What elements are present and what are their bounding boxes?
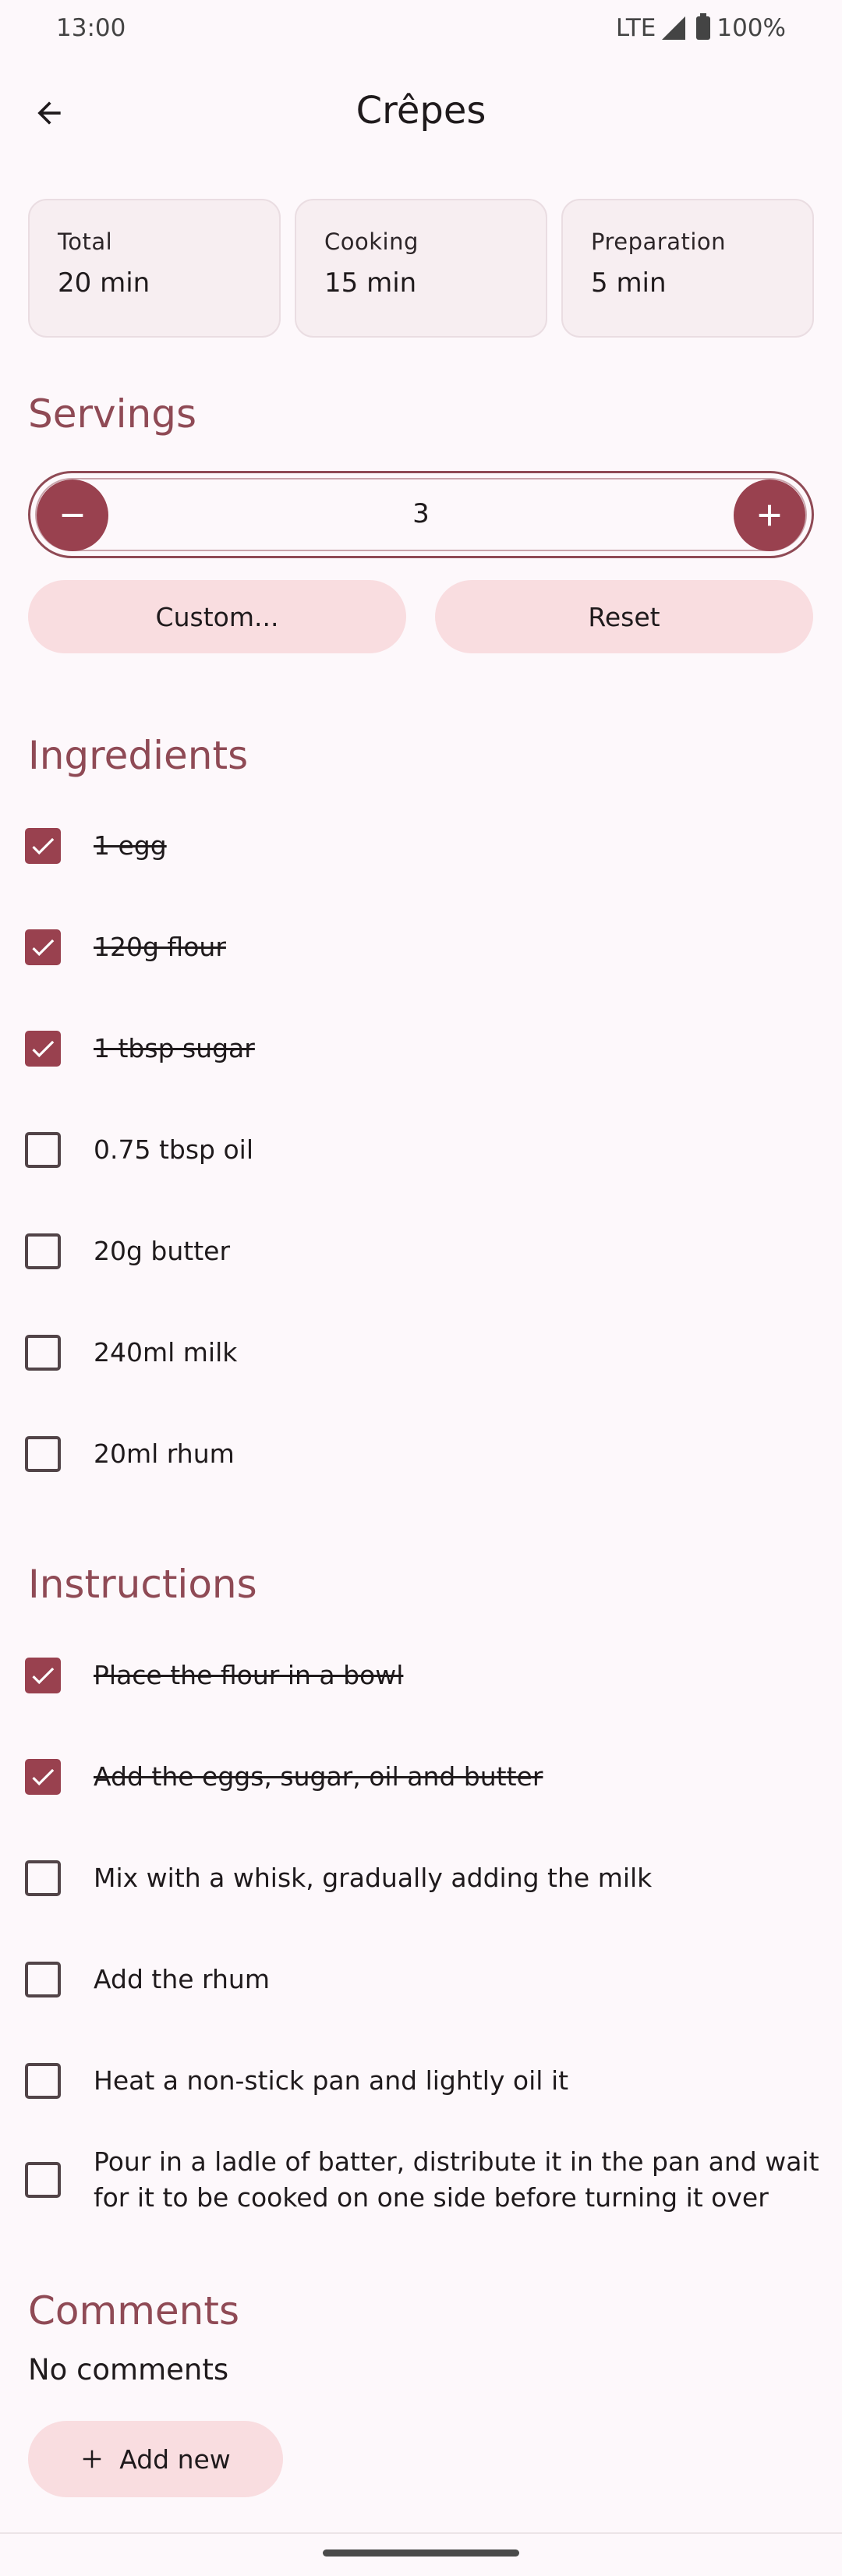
ingredient-item-label: 240ml milk (94, 1337, 238, 1368)
ingredient-item-label: 1 egg (94, 830, 167, 861)
add-comment-button[interactable]: Add new (28, 2421, 283, 2497)
battery-level: 100% (716, 14, 786, 42)
time-card-preparation: Preparation 5 min (561, 199, 814, 338)
plus-icon (83, 2450, 101, 2468)
instruction-item-label: Add the rhum (94, 1964, 270, 1994)
ingredient-item[interactable]: 20g butter (25, 1233, 820, 1269)
ingredients-title: Ingredients (28, 733, 249, 778)
instruction-item-label: Mix with a whisk, gradually adding the m… (94, 1863, 653, 1893)
checkbox-unchecked[interactable] (25, 2162, 61, 2198)
checkbox-unchecked[interactable] (25, 1233, 61, 1269)
checkbox-unchecked[interactable] (25, 1962, 61, 1997)
ingredient-item[interactable]: 120g flour (25, 929, 820, 965)
checkbox-checked[interactable] (25, 1658, 61, 1693)
ingredient-item[interactable]: 240ml milk (25, 1335, 820, 1371)
top-app-bar: Crêpes (0, 70, 842, 156)
checkbox-checked[interactable] (25, 929, 61, 965)
servings-stepper: 3 (28, 471, 814, 558)
checkbox-checked[interactable] (25, 1759, 61, 1795)
servings-title: Servings (28, 391, 197, 437)
battery-icon (696, 13, 711, 40)
instruction-item-label: Heat a non-stick pan and lightly oil it (94, 2065, 569, 2096)
reset-servings-button[interactable]: Reset (435, 580, 813, 653)
ingredient-item[interactable]: 0.75 tbsp oil (25, 1132, 820, 1168)
ingredient-item-label: 20ml rhum (94, 1438, 235, 1469)
status-icons: LTE 100% (615, 13, 786, 42)
status-time: 13:00 (56, 14, 126, 42)
check-icon (32, 1768, 55, 1786)
check-icon (32, 1667, 55, 1685)
no-comments-text: No comments (28, 2353, 229, 2387)
instruction-item[interactable]: Add the eggs, sugar, oil and butter (25, 1759, 820, 1795)
instruction-item[interactable]: Mix with a whisk, gradually adding the m… (25, 1860, 820, 1896)
ingredient-item-label: 1 tbsp sugar (94, 1033, 255, 1063)
instruction-item-label: Place the flour in a bowl (94, 1660, 404, 1690)
ingredient-item-label: 0.75 tbsp oil (94, 1134, 254, 1165)
servings-value: 3 (412, 498, 430, 529)
checkbox-unchecked[interactable] (25, 1860, 61, 1896)
ingredient-item-label: 20g butter (94, 1236, 231, 1266)
instruction-item[interactable]: Place the flour in a bowl (25, 1658, 820, 1693)
checkbox-checked[interactable] (25, 828, 61, 864)
home-indicator[interactable] (323, 2549, 519, 2557)
instruction-item-label: Pour in a ladle of batter, distribute it… (94, 2146, 819, 2213)
time-card-value: 20 min (58, 267, 150, 299)
checkbox-unchecked[interactable] (25, 1132, 61, 1168)
instruction-item[interactable]: Heat a non-stick pan and lightly oil it (25, 2063, 820, 2099)
checkbox-unchecked[interactable] (25, 1436, 61, 1472)
instructions-title: Instructions (28, 1562, 257, 1607)
time-card-value: 5 min (591, 267, 667, 299)
instruction-item-label: Add the eggs, sugar, oil and butter (94, 1761, 543, 1792)
plus-icon (759, 504, 780, 526)
time-cards: Total 20 min Cooking 15 min Preparation … (28, 199, 814, 338)
time-card-cooking: Cooking 15 min (295, 199, 547, 338)
time-card-value: 15 min (324, 267, 417, 299)
add-comment-label: Add new (119, 2443, 231, 2475)
custom-servings-button[interactable]: Custom... (28, 580, 406, 653)
ingredient-item[interactable]: 1 tbsp sugar (25, 1031, 820, 1067)
checkbox-checked[interactable] (25, 1031, 61, 1067)
instruction-item[interactable]: Pour in a ladle of batter, distribute it… (25, 2144, 820, 2216)
check-icon (32, 939, 55, 957)
time-card-label: Cooking (324, 228, 419, 255)
network-type: LTE (615, 14, 656, 42)
time-card-total: Total 20 min (28, 199, 281, 338)
divider (0, 2532, 842, 2534)
ingredient-item[interactable]: 1 egg (25, 828, 820, 864)
instruction-item[interactable]: Add the rhum (25, 1962, 820, 1997)
status-bar: 13:00 LTE 100% (0, 0, 842, 56)
signal-icon (662, 16, 686, 40)
time-card-label: Total (58, 228, 113, 255)
checkbox-unchecked[interactable] (25, 1335, 61, 1371)
ingredient-item[interactable]: 20ml rhum (25, 1436, 820, 1472)
checkbox-unchecked[interactable] (25, 2063, 61, 2099)
ingredient-item-label: 120g flour (94, 932, 226, 962)
page-title: Crêpes (356, 89, 486, 133)
check-icon (32, 837, 55, 855)
time-card-label: Preparation (591, 228, 727, 255)
increase-servings-button[interactable] (734, 479, 805, 551)
check-icon (32, 1040, 55, 1058)
comments-title: Comments (28, 2288, 240, 2334)
